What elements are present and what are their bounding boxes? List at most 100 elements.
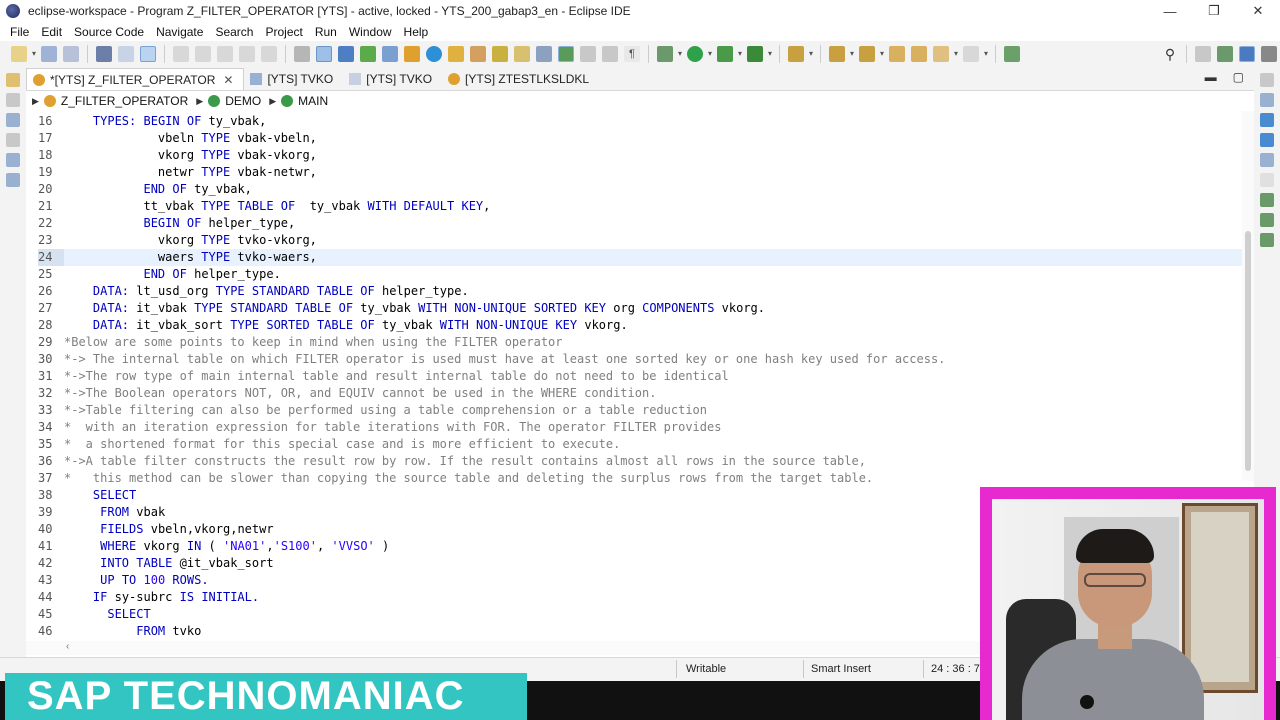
previous-annotation-dropdown-icon[interactable]: ▾ [879, 46, 885, 62]
outline-icon[interactable] [580, 46, 596, 62]
step-icon[interactable] [173, 46, 189, 62]
stop-icon[interactable] [217, 46, 233, 62]
document-icon[interactable] [602, 46, 618, 62]
maximize-editor-icon[interactable]: ▢ [1233, 70, 1244, 84]
book-icon[interactable] [1260, 113, 1274, 127]
previous-annotation-icon[interactable] [859, 46, 875, 62]
restore-icon[interactable] [1260, 73, 1274, 87]
project-explorer-icon[interactable] [6, 73, 20, 87]
feed-icon[interactable] [6, 173, 20, 187]
perspective-other-icon[interactable] [1261, 46, 1277, 62]
code-line[interactable]: netwr TYPE vbak-netwr, [64, 164, 1242, 181]
status-insert-mode[interactable]: Smart Insert [811, 663, 871, 675]
coverage-dropdown-icon[interactable]: ▾ [737, 46, 743, 62]
perspective-abap-icon[interactable] [1239, 46, 1255, 62]
code-line[interactable]: DATA: it_vbak_sort TYPE SORTED TABLE OF … [64, 317, 1242, 334]
code-line[interactable]: *->The row type of main internal table a… [64, 368, 1242, 385]
breadcrumb-item-class[interactable]: ▶ DEMO [196, 94, 261, 108]
menu-source-code[interactable]: Source Code [68, 25, 150, 39]
code-line[interactable]: * a shortened format for this special ca… [64, 436, 1242, 453]
external-tools-icon[interactable] [747, 46, 763, 62]
code-line[interactable]: waers TYPE tvko-waers, [64, 249, 1242, 266]
search-icon[interactable]: ⚲ [1162, 46, 1178, 62]
pin-icon[interactable] [558, 46, 574, 62]
spark-icon[interactable] [448, 46, 464, 62]
back-dropdown-icon[interactable]: ▾ [953, 46, 959, 62]
code-line[interactable]: DATA: lt_usd_org TYPE STANDARD TABLE OF … [64, 283, 1242, 300]
tab-tvko-1[interactable]: [YTS] TVKO [244, 68, 343, 90]
variables-icon[interactable] [1260, 173, 1274, 187]
debug-dropdown-icon[interactable]: ▾ [677, 46, 683, 62]
search-tool-icon[interactable] [788, 46, 804, 62]
terminal-icon[interactable] [96, 46, 112, 62]
menu-window[interactable]: Window [343, 25, 398, 39]
outline-side-icon[interactable] [1260, 93, 1274, 107]
breakpoints-icon[interactable] [1260, 213, 1274, 227]
check-icon[interactable] [360, 46, 376, 62]
new-icon[interactable] [11, 46, 27, 62]
bug-icon[interactable] [657, 46, 673, 62]
code-line[interactable]: TYPES: BEGIN OF ty_vbak, [64, 113, 1242, 130]
menu-project[interactable]: Project [259, 25, 308, 39]
outline-view-icon[interactable] [6, 93, 20, 107]
package-icon[interactable] [514, 46, 530, 62]
maximize-button[interactable]: ❐ [1192, 0, 1236, 22]
code-line[interactable]: *-> The internal table on which FILTER o… [64, 351, 1242, 368]
toggle-icon[interactable] [140, 46, 156, 62]
code-line[interactable]: *->Table filtering can also be performed… [64, 402, 1242, 419]
menu-navigate[interactable]: Navigate [150, 25, 209, 39]
code-line[interactable]: tt_vbak TYPE TABLE OF ty_vbak WITH DEFAU… [64, 198, 1242, 215]
minimize-button[interactable]: — [1148, 0, 1192, 22]
where-used-icon[interactable] [382, 46, 398, 62]
compare-icon[interactable] [536, 46, 552, 62]
disconnect-icon[interactable] [239, 46, 255, 62]
forward-icon[interactable] [963, 46, 979, 62]
problems-icon[interactable] [1260, 153, 1274, 167]
back-icon[interactable] [933, 46, 949, 62]
transport-icon[interactable] [470, 46, 486, 62]
code-line[interactable]: vkorg TYPE vbak-vkorg, [64, 147, 1242, 164]
code-line[interactable]: *->A table filter constructs the result … [64, 453, 1242, 470]
menu-edit[interactable]: Edit [35, 25, 68, 39]
open-perspective-icon[interactable] [1004, 46, 1020, 62]
close-window-button[interactable]: ✕ [1236, 0, 1280, 22]
next-annotation-icon[interactable] [829, 46, 845, 62]
run-icon[interactable] [687, 46, 703, 62]
code-line[interactable]: BEGIN OF helper_type, [64, 215, 1242, 232]
step-into-icon[interactable] [261, 46, 277, 62]
run-dropdown-icon[interactable]: ▾ [707, 46, 713, 62]
scrollbar-thumb[interactable] [1245, 231, 1251, 471]
save-icon[interactable] [41, 46, 57, 62]
close-tab-icon[interactable]: ✕ [223, 73, 233, 87]
code-line[interactable]: * with an iteration expression for table… [64, 419, 1242, 436]
open-icon[interactable] [118, 46, 134, 62]
code-line[interactable]: vkorg TYPE tvko-vkorg, [64, 232, 1242, 249]
code-line[interactable]: * this method can be slower than copying… [64, 470, 1242, 487]
debug-icon[interactable] [404, 46, 420, 62]
properties-icon[interactable] [6, 153, 20, 167]
code-line[interactable]: END OF helper_type. [64, 266, 1242, 283]
new-dropdown-icon[interactable]: ▾ [31, 46, 37, 62]
perspective-debug-icon[interactable] [1217, 46, 1233, 62]
lock-icon[interactable] [492, 46, 508, 62]
tab-tvko-2[interactable]: [YTS] TVKO [343, 68, 442, 90]
code-line[interactable]: *->The Boolean operators NOT, OR, and EQ… [64, 385, 1242, 402]
info-icon[interactable] [426, 46, 442, 62]
save-all-icon[interactable] [63, 46, 79, 62]
external-tools-dropdown-icon[interactable]: ▾ [767, 46, 773, 62]
format-icon[interactable] [294, 46, 310, 62]
feed-side-icon[interactable] [1260, 133, 1274, 147]
open-object-icon[interactable] [338, 46, 354, 62]
breadcrumb-item-program[interactable]: ▶ Z_FILTER_OPERATOR [32, 94, 188, 108]
forward-dropdown-icon[interactable]: ▾ [983, 46, 989, 62]
paragraph-icon[interactable]: ¶ [624, 46, 640, 62]
search-tool-dropdown-icon[interactable]: ▾ [808, 46, 814, 62]
forward-edit-icon[interactable] [911, 46, 927, 62]
menu-file[interactable]: File [4, 25, 35, 39]
templates-icon[interactable] [6, 133, 20, 147]
menu-run[interactable]: Run [309, 25, 343, 39]
tab-z-filter-operator[interactable]: *[YTS] Z_FILTER_OPERATOR ✕ [26, 68, 245, 90]
code-line[interactable]: *Below are some points to keep in mind w… [64, 334, 1242, 351]
debug-view-icon[interactable] [1260, 193, 1274, 207]
next-annotation-dropdown-icon[interactable]: ▾ [849, 46, 855, 62]
